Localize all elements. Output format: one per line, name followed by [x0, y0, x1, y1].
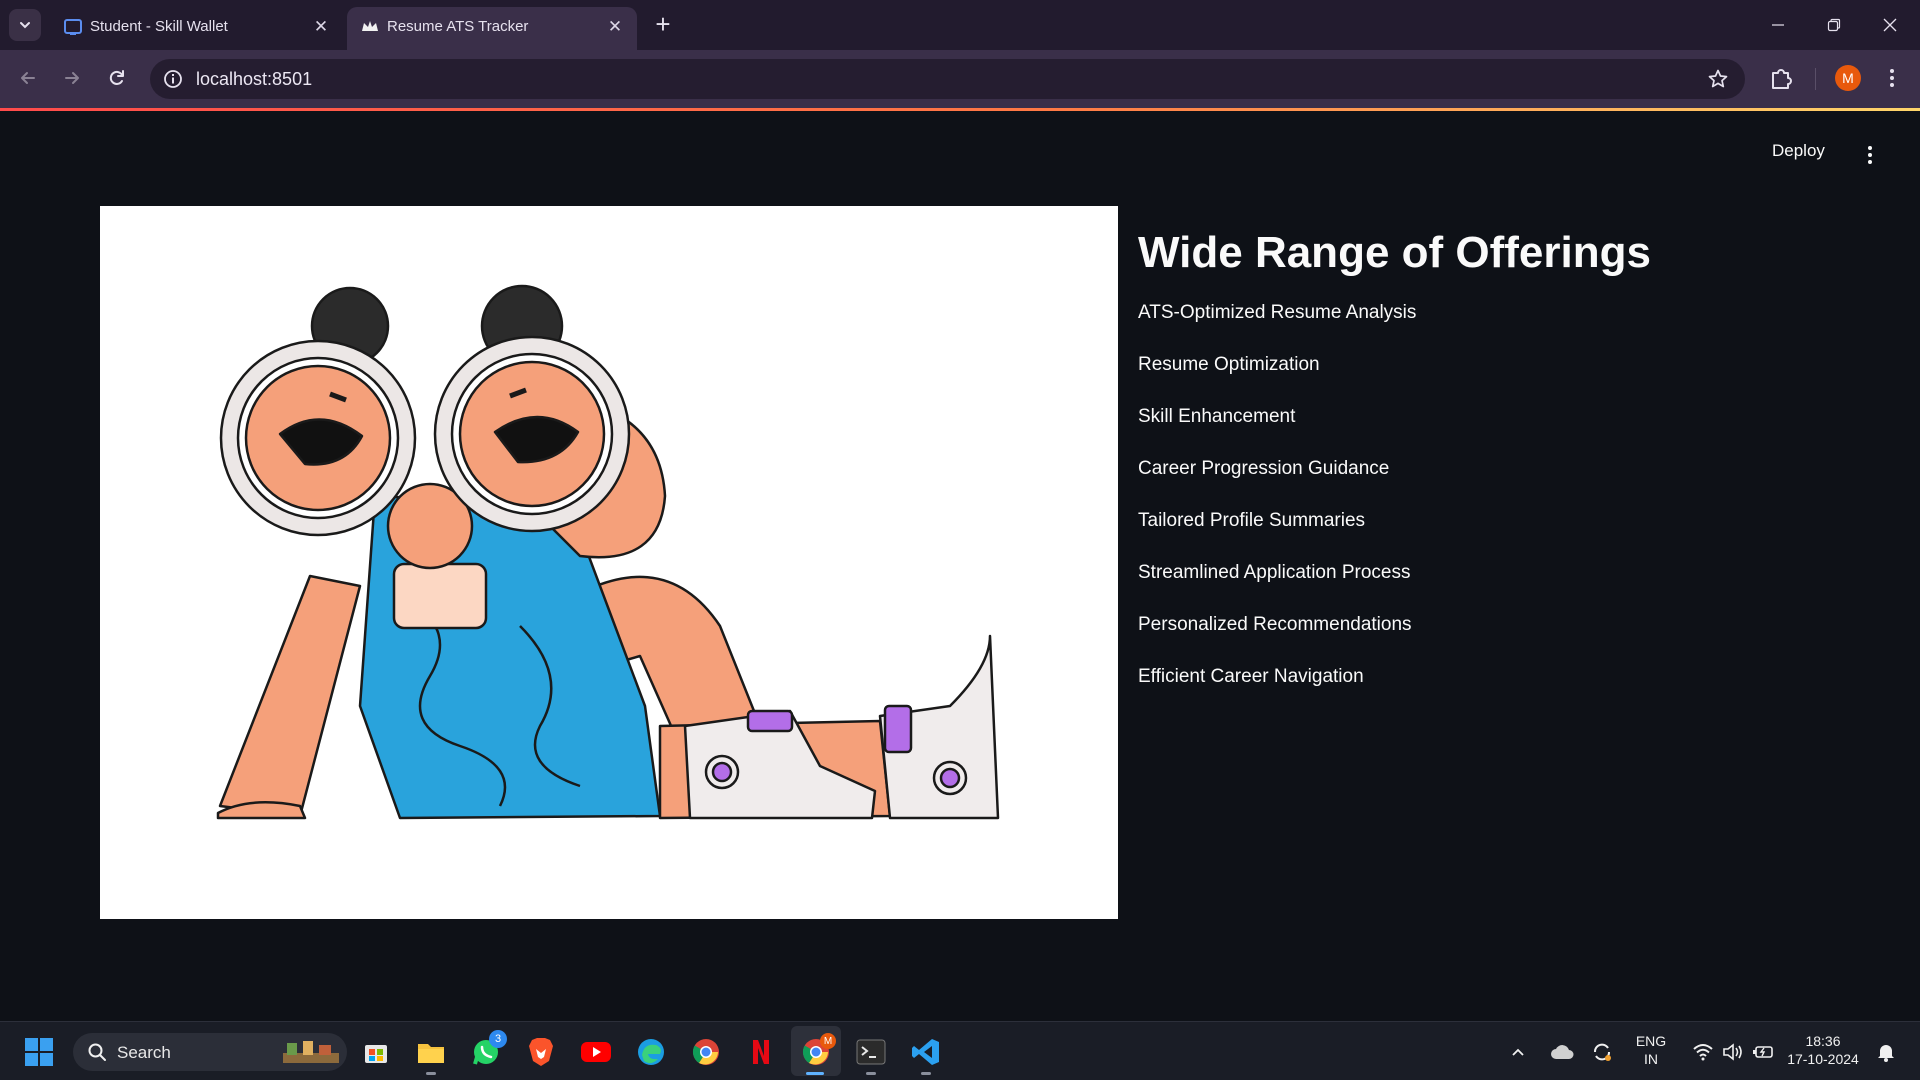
forward-button[interactable] [56, 62, 88, 94]
back-button[interactable] [12, 62, 44, 94]
taskbar-youtube[interactable] [579, 1035, 613, 1069]
deploy-button[interactable]: Deploy [1772, 141, 1825, 161]
store-icon [365, 1045, 387, 1063]
notifications-button[interactable] [1872, 1035, 1900, 1069]
taskbar-search[interactable]: Search [73, 1033, 347, 1071]
chrome-icon [692, 1039, 719, 1065]
list-item: Efficient Career Navigation [1138, 666, 1364, 687]
bookmark-star-icon[interactable] [1707, 68, 1729, 90]
windows-logo-icon [25, 1038, 53, 1066]
browser-toolbar: localhost:8501 M [0, 50, 1920, 108]
vscode-running-indicator [921, 1072, 931, 1075]
tab-search-button[interactable] [9, 9, 41, 41]
tab-resume-ats-tracker[interactable]: Resume ATS Tracker ✕ [347, 7, 637, 50]
list-item: Streamlined Application Process [1138, 562, 1411, 583]
clock-date: 17-10-2024 [1787, 1051, 1859, 1067]
list-item: Personalized Recommendations [1138, 614, 1412, 635]
close-window-button[interactable] [1862, 0, 1918, 50]
reload-button[interactable] [101, 62, 133, 94]
sync-icon [1594, 1043, 1611, 1061]
region-code: IN [1644, 1051, 1658, 1067]
streamlit-crown-icon [360, 17, 380, 37]
app-main: Deploy Wide Range of Offerings ATS-Optim… [0, 111, 1920, 1021]
brave-lion-icon [529, 1038, 553, 1066]
reload-icon [109, 70, 124, 85]
address-url: localhost:8501 [196, 69, 313, 89]
quick-settings-button[interactable] [1683, 1035, 1783, 1069]
taskbar-netflix[interactable] [744, 1035, 778, 1069]
tab-title: Student - Skill Wallet [90, 18, 228, 35]
browser-menu-button[interactable] [1880, 63, 1904, 93]
taskbar-brave[interactable] [524, 1035, 558, 1069]
bell-icon [1878, 1045, 1894, 1062]
hero-illustration [100, 206, 1118, 919]
tab-close-icon[interactable]: ✕ [603, 15, 627, 39]
restore-button[interactable] [1806, 0, 1862, 50]
taskbar-file-explorer[interactable] [414, 1035, 448, 1069]
edge-icon [638, 1039, 664, 1065]
restore-icon [1827, 18, 1841, 32]
taskbar-microsoft-store[interactable] [359, 1035, 393, 1069]
cloud-icon [1551, 1045, 1574, 1059]
close-icon [1883, 18, 1897, 32]
search-icon [88, 1043, 106, 1061]
netflix-icon [753, 1040, 769, 1064]
chrome-profile-badge: M [820, 1033, 836, 1049]
volume-icon [1723, 1043, 1742, 1061]
list-item: Tailored Profile Summaries [1138, 510, 1366, 531]
clock[interactable]: 18:36 17-10-2024 [1783, 1032, 1863, 1068]
chrome-active-indicator [806, 1072, 824, 1075]
new-tab-button[interactable]: + [649, 10, 677, 38]
app-menu-button[interactable] [1860, 144, 1880, 166]
sync-tray-button[interactable] [1588, 1035, 1616, 1069]
tab-close-icon[interactable]: ✕ [309, 15, 333, 39]
list-item: Career Progression Guidance [1138, 458, 1390, 479]
windows-taskbar: Search 3 M ENG IN 18:36 17-10-2024 [0, 1021, 1920, 1080]
chevron-up-icon [1512, 1048, 1524, 1056]
show-hidden-icons-button[interactable] [1506, 1035, 1530, 1069]
clock-time: 18:36 [1805, 1033, 1841, 1049]
start-button[interactable] [22, 1035, 56, 1069]
input-language-indicator[interactable]: ENG IN [1629, 1032, 1673, 1068]
toolbar-separator [1815, 68, 1816, 90]
arrow-left-icon [21, 72, 35, 84]
offerings-list: ATS-Optimized Resume Analysis Resume Opt… [1138, 301, 1416, 717]
taskbar-vscode[interactable] [909, 1035, 943, 1069]
file-explorer-running-indicator [426, 1072, 436, 1075]
page-title: Wide Range of Offerings [1138, 228, 1651, 277]
youtube-icon [581, 1042, 611, 1062]
search-label: Search [117, 1043, 171, 1062]
terminal-running-indicator [866, 1072, 876, 1075]
battery-icon [1753, 1046, 1773, 1058]
tab-title: Resume ATS Tracker [387, 18, 529, 35]
binoculars-kid-illustration [216, 284, 1000, 820]
skill-wallet-favicon-icon [63, 17, 83, 37]
extensions-puzzle-icon[interactable] [1766, 63, 1796, 93]
whatsapp-notification-badge: 3 [489, 1030, 507, 1048]
search-highlight-image-icon [283, 1041, 339, 1063]
list-item: ATS-Optimized Resume Analysis [1138, 302, 1417, 323]
profile-avatar[interactable]: M [1835, 65, 1861, 91]
tab-student-skill-wallet[interactable]: Student - Skill Wallet ✕ [50, 7, 343, 50]
terminal-icon [856, 1039, 886, 1065]
taskbar-chrome[interactable] [689, 1035, 723, 1069]
taskbar-edge[interactable] [634, 1035, 668, 1069]
minimize-icon [1772, 24, 1784, 26]
wifi-icon [1693, 1044, 1713, 1061]
taskbar-terminal[interactable] [854, 1035, 888, 1069]
list-item: Resume Optimization [1138, 354, 1320, 375]
chevron-down-icon [20, 22, 30, 29]
onedrive-tray-button[interactable] [1548, 1035, 1576, 1069]
folder-icon [418, 1044, 444, 1063]
arrow-right-icon [65, 72, 79, 84]
address-bar[interactable]: localhost:8501 [150, 59, 1745, 99]
vscode-icon [912, 1039, 939, 1065]
list-item: Skill Enhancement [1138, 406, 1296, 427]
language-code: ENG [1635, 1033, 1667, 1049]
site-info-icon[interactable] [162, 68, 184, 90]
browser-tab-bar: Student - Skill Wallet ✕ Resume ATS Trac… [0, 0, 1920, 50]
minimize-button[interactable] [1750, 0, 1806, 50]
